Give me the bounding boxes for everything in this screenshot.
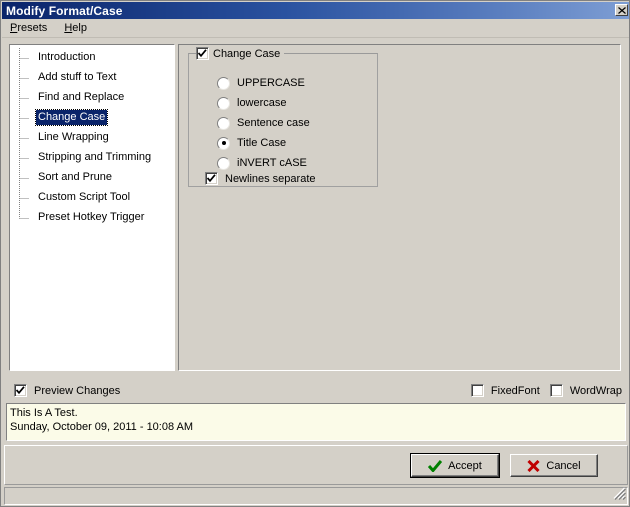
radio-option-label: lowercase [237, 97, 287, 109]
radio-icon[interactable] [217, 76, 230, 90]
tree-item-change-case[interactable]: Change Case [10, 108, 174, 128]
menu-item-presets[interactable]: Presets [8, 21, 54, 35]
tree-item-custom-script-tool[interactable]: Custom Script Tool [10, 188, 174, 208]
tree-item-label: Find and Replace [38, 91, 125, 103]
radio-dot [221, 141, 226, 145]
tree-connector-icon [10, 88, 36, 108]
preview-line-1: This Is A Test. [10, 407, 78, 419]
green-check-icon [428, 459, 443, 472]
radio-option-title-case[interactable]: Title Case [217, 133, 310, 153]
change-case-group-header[interactable]: Change Case [196, 46, 285, 61]
tree-connector-icon [10, 188, 36, 208]
settings-panel: Change Case UPPERCASE lowercase Sentence… [178, 44, 621, 371]
tree-item-label: Change Case [34, 109, 109, 126]
radio-option-lowercase[interactable]: lowercase [217, 93, 310, 113]
button-bar: Accept Cancel [4, 445, 628, 485]
radio-icon[interactable] [217, 116, 230, 130]
tree-item-label: Stripping and Trimming [38, 151, 152, 163]
cancel-button[interactable]: Cancel [510, 454, 598, 477]
red-x-icon [527, 459, 540, 472]
radio-icon[interactable] [217, 96, 230, 110]
preview-textbox[interactable]: This Is A Test. Sunday, October 09, 2011… [6, 403, 626, 441]
radio-option-sentence-case[interactable]: Sentence case [217, 113, 310, 133]
display-options: FixedFont WordWrap [470, 384, 622, 397]
tree-connector-icon [10, 108, 36, 128]
tree-item-label: Add stuff to Text [38, 71, 117, 83]
tree-item-preset-hotkey-trigger[interactable]: Preset Hotkey Trigger [10, 208, 174, 228]
accept-button[interactable]: Accept [410, 453, 500, 478]
preview-changes-label: Preview Changes [34, 384, 121, 397]
tree-item-find-and-replace[interactable]: Find and Replace [10, 88, 174, 108]
fixedfont-checkbox[interactable] [470, 384, 484, 397]
change-case-group-label: Change Case [213, 47, 281, 60]
radio-option-invert-case[interactable]: iNVERT cASE [217, 153, 310, 173]
wordwrap-option[interactable]: WordWrap [549, 384, 622, 397]
checkmark-icon [207, 174, 216, 183]
tree-item-label: Custom Script Tool [38, 191, 131, 203]
navigation-tree[interactable]: Introduction Add stuff to Text Find and … [9, 44, 175, 371]
checkmark-icon [198, 49, 207, 58]
resize-grip-icon[interactable] [612, 486, 626, 503]
tree-connector-icon [10, 48, 36, 68]
menu-bar: Presets Help [2, 19, 629, 38]
tree-connector-icon [10, 148, 36, 168]
newlines-separate-option[interactable]: Newlines separate [205, 172, 316, 185]
tree-item-line-wrapping[interactable]: Line Wrapping [10, 128, 174, 148]
radio-icon[interactable] [217, 156, 230, 170]
cancel-button-label: Cancel [546, 459, 581, 472]
newlines-separate-label: Newlines separate [225, 172, 316, 185]
wordwrap-checkbox[interactable] [549, 384, 563, 397]
preview-changes-option[interactable]: Preview Changes [14, 384, 120, 397]
tree-item-label: Line Wrapping [38, 131, 109, 143]
preview-changes-checkbox[interactable] [14, 384, 27, 397]
tree-connector-icon [10, 128, 36, 148]
change-case-checkbox[interactable] [196, 47, 209, 60]
options-bar: Preview Changes FixedFont WordWrap [1, 381, 629, 403]
preview-line-2: Sunday, October 09, 2011 - 10:08 AM [10, 421, 194, 433]
tree-item-add-stuff-to-text[interactable]: Add stuff to Text [10, 68, 174, 88]
status-bar [4, 487, 628, 505]
radio-icon-selected[interactable] [217, 136, 230, 150]
tree-item-sort-and-prune[interactable]: Sort and Prune [10, 168, 174, 188]
tree-item-label: Sort and Prune [38, 171, 112, 183]
radio-option-label: iNVERT cASE [237, 157, 307, 169]
accept-button-label: Accept [448, 459, 482, 472]
close-x-glyph [617, 6, 626, 14]
tree-item-label: Preset Hotkey Trigger [38, 211, 145, 223]
tree-item-introduction[interactable]: Introduction [10, 48, 174, 68]
fixedfont-option[interactable]: FixedFont [470, 384, 540, 397]
tree-item-label: Introduction [38, 51, 96, 63]
dialog-window: Modify Format/Case Presets Help Introduc… [0, 0, 630, 507]
newlines-separate-checkbox[interactable] [205, 172, 218, 185]
tree-connector-icon [10, 208, 36, 228]
radio-option-label: UPPERCASE [237, 77, 305, 89]
tree-connector-icon [10, 168, 36, 188]
radio-option-label: Title Case [237, 137, 287, 149]
change-case-groupbox: Change Case UPPERCASE lowercase Sentence… [188, 46, 378, 187]
wordwrap-label: WordWrap [569, 384, 622, 397]
title-bar: Modify Format/Case [2, 2, 629, 19]
menu-item-help[interactable]: Help [62, 21, 94, 35]
case-options-radio-group[interactable]: UPPERCASE lowercase Sentence case Title … [217, 73, 310, 173]
tree-connector-icon [10, 68, 36, 88]
radio-option-label: Sentence case [237, 117, 310, 129]
fixedfont-label: FixedFont [490, 384, 540, 397]
close-icon[interactable] [615, 4, 628, 16]
radio-option-uppercase[interactable]: UPPERCASE [217, 73, 310, 93]
tree-item-stripping-and-trimming[interactable]: Stripping and Trimming [10, 148, 174, 168]
checkmark-icon [16, 386, 25, 395]
window-title: Modify Format/Case [6, 3, 123, 18]
